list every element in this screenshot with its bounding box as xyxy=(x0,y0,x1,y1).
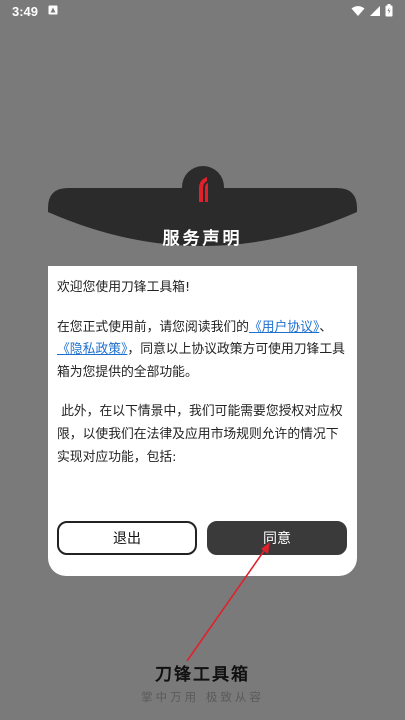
brand-footer: 刀锋工具箱 掌中万用 极致从容 xyxy=(0,660,405,705)
privacy-policy-link[interactable]: 《隐私政策》 xyxy=(57,342,127,357)
brand-slogan: 掌中万用 极致从容 xyxy=(141,690,264,704)
separator-text: 、 xyxy=(319,319,333,335)
wifi-icon xyxy=(351,5,365,16)
brand-name: 刀锋工具箱 xyxy=(155,665,250,685)
dialog-body: 欢迎您使用刀锋工具箱! 在您正式使用前，请您阅读我们的《用户协议》、《隐私政策》… xyxy=(48,266,357,576)
status-bar: 3:49 xyxy=(0,0,405,24)
dialog-title: 服务声明 xyxy=(162,229,243,249)
greeting-text: 欢迎您使用刀锋工具箱! xyxy=(57,280,191,295)
service-statement-dialog: 服务声明 欢迎您使用刀锋工具箱! 在您正式使用前，请您阅读我们的《用户协议》、《… xyxy=(48,166,357,576)
exit-button[interactable]: 退出 xyxy=(57,521,197,555)
agreement-text-before: 在您正式使用前，请您阅读我们的 xyxy=(57,319,249,335)
app-logo-icon xyxy=(182,166,224,208)
battery-icon xyxy=(385,4,393,17)
permissions-text: 此外，在以下情景中，我们可能需要您授权对应权限，以使我们在法律及应用市场规则允许… xyxy=(57,404,343,465)
agreement-paragraph: 在您正式使用前，请您阅读我们的《用户协议》、《隐私政策》，同意以上协议政策方可使… xyxy=(57,317,347,385)
signal-icon xyxy=(370,5,380,16)
status-time: 3:49 xyxy=(12,4,39,19)
dialog-content: 欢迎您使用刀锋工具箱! 在您正式使用前，请您阅读我们的《用户协议》、《隐私政策》… xyxy=(57,277,347,486)
notification-icon xyxy=(48,5,58,15)
agree-button[interactable]: 同意 xyxy=(207,521,347,555)
permissions-paragraph: 此外，在以下情景中，我们可能需要您授权对应权限，以使我们在法律及应用市场规则允许… xyxy=(57,401,347,469)
status-icons xyxy=(351,4,393,17)
user-agreement-link[interactable]: 《用户协议》 xyxy=(249,320,319,335)
